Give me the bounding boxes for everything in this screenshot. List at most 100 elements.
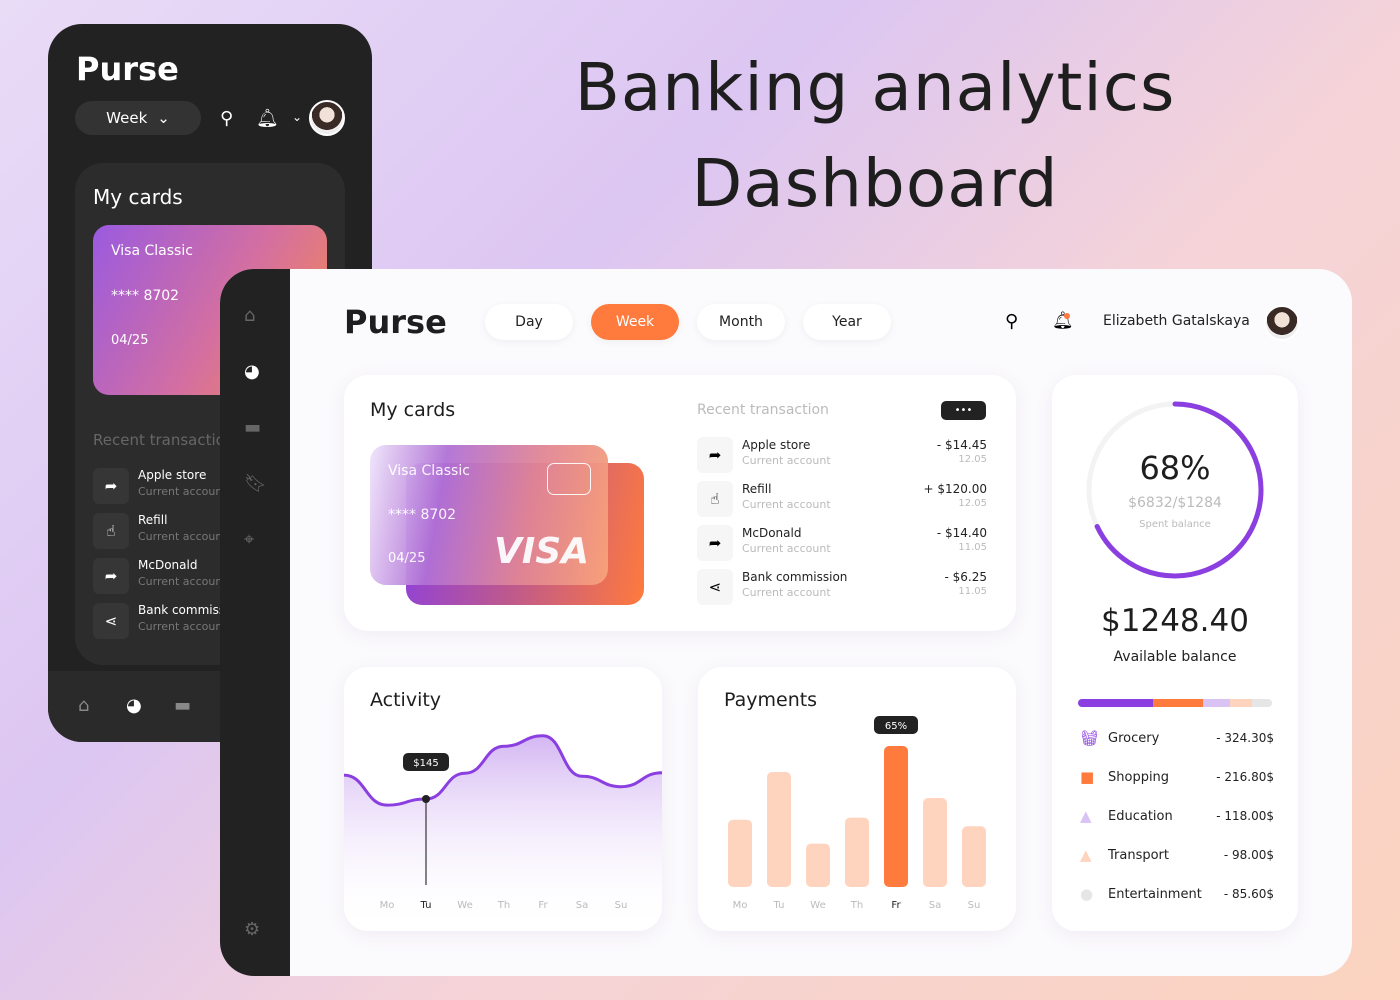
pie-chart-icon[interactable]: ◕: [126, 695, 142, 716]
sidebar: ⌂ ◕ ▬ 🔖︎ ⌖ ⚙: [220, 269, 290, 976]
home-icon[interactable]: ⌂: [244, 305, 255, 326]
avatar[interactable]: [1264, 305, 1300, 341]
my-cards-panel: My cards Visa Classic **** 8702 04/25 VI…: [344, 375, 1016, 631]
activity-panel: Activity Mo Tu $145 We Th Fr Sa Su: [344, 667, 662, 931]
navigation-icon: ▲: [1080, 846, 1092, 864]
tab-day[interactable]: Day: [485, 304, 573, 340]
day-label: Tu: [773, 900, 785, 911]
section-title: My cards: [370, 399, 456, 421]
gear-icon[interactable]: ⚙: [244, 919, 260, 940]
arrow-forward-icon: ➦: [697, 525, 733, 561]
spent-percent: 68%: [1139, 449, 1211, 487]
day-label: Fr: [538, 900, 548, 911]
card-icon[interactable]: ▬: [244, 417, 261, 438]
share-icon: ⋖: [93, 603, 129, 639]
arrow-forward-icon: ➦: [93, 558, 129, 594]
bell-icon[interactable]: 🔔︎: [1052, 311, 1074, 331]
payments-chart: Mo Tu We Th Fr 65% Sa Su: [728, 716, 986, 911]
balance-panel: 68% $6832/$1284 Spent balance $1248.40 A…: [1052, 375, 1298, 931]
day-label: We: [810, 900, 825, 911]
section-title: Recent transaction: [697, 402, 829, 418]
spending-segment: [1229, 699, 1253, 707]
basket-icon: 🧺︎: [1080, 729, 1100, 747]
bag-icon: ■: [1080, 768, 1095, 786]
activity-chart: Mo Tu $145 We Th Fr Sa Su: [344, 734, 662, 931]
spent-gauge: [1086, 401, 1264, 579]
category-row[interactable]: ▲ Education - 118.00$: [1080, 807, 1274, 827]
bar: [884, 746, 908, 887]
category-row[interactable]: ■ Shopping - 216.80$: [1080, 768, 1274, 788]
category-row[interactable]: ▲ Transport - 98.00$: [1080, 846, 1274, 866]
period-dropdown[interactable]: Week ⌄: [75, 101, 201, 135]
arrow-forward-icon: ➦: [697, 437, 733, 473]
available-label: Available balance: [1113, 649, 1237, 665]
bar: [806, 843, 830, 887]
bar: [767, 772, 791, 887]
chip-icon: [547, 463, 591, 495]
day-label: Sa: [576, 900, 588, 911]
search-icon[interactable]: ⚲: [220, 108, 233, 129]
tab-year[interactable]: Year: [803, 304, 891, 340]
card-name: Visa Classic: [111, 243, 193, 259]
dashboard-window: ⌂ ◕ ▬ 🔖︎ ⌖ ⚙ Purse Day Week Month Year ⚲…: [220, 269, 1352, 976]
pie-chart-icon[interactable]: ◕: [244, 361, 260, 382]
spending-segment: [1252, 699, 1272, 707]
day-label: Mo: [733, 900, 748, 911]
spending-bar: [1078, 699, 1272, 707]
bell-icon[interactable]: 🔔︎: [256, 108, 279, 129]
bar: [845, 817, 869, 887]
main-content: Purse Day Week Month Year ⚲ 🔔︎ Elizabeth…: [290, 269, 1352, 976]
day-label: Su: [968, 900, 981, 911]
day-label: Fr: [891, 900, 901, 911]
avatar[interactable]: [309, 100, 345, 136]
card-expiry: 04/25: [111, 333, 149, 348]
card-name: Visa Classic: [388, 463, 470, 479]
card-number: **** 8702: [388, 507, 457, 523]
spending-segment: [1152, 699, 1203, 707]
chevron-down-icon: ⌄: [157, 109, 170, 127]
spent-ratio: $6832/$1284: [1128, 495, 1222, 511]
credit-card[interactable]: Visa Classic **** 8702 04/25 VISA: [370, 445, 608, 585]
spent-label: Spent balance: [1139, 519, 1211, 530]
tooltip-label: $145: [413, 758, 438, 769]
spending-segment: [1078, 699, 1153, 707]
graduation-cap-icon: ▲: [1080, 807, 1092, 825]
chevron-down-icon[interactable]: ⌄: [292, 110, 302, 124]
transaction-row[interactable]: ☝ Refill Current account + $120.00 12.05: [697, 481, 987, 517]
category-row[interactable]: 🧺︎ Grocery - 324.30$: [1080, 729, 1274, 749]
flame-icon: ●: [1080, 885, 1094, 903]
user-name[interactable]: Elizabeth Gatalskaya: [1103, 313, 1250, 329]
spending-segment: [1202, 699, 1230, 707]
tab-month[interactable]: Month: [697, 304, 785, 340]
day-label: Tu: [420, 900, 432, 911]
search-icon[interactable]: ⚲: [1005, 311, 1018, 332]
home-icon[interactable]: ⌂: [78, 695, 89, 716]
visa-logo: VISA: [494, 531, 590, 572]
tab-week[interactable]: Week: [591, 304, 679, 340]
highlight-point: [422, 795, 430, 803]
more-button[interactable]: •••: [941, 401, 986, 420]
hand-pointer-icon: ☝: [93, 513, 129, 549]
transaction-row[interactable]: ➦ Apple store Current account - $14.45 12.05: [697, 437, 987, 473]
day-label: We: [457, 900, 472, 911]
day-label: Th: [497, 900, 510, 911]
bar: [923, 798, 947, 887]
section-title: Recent transaction: [93, 431, 235, 449]
card-number: **** 8702: [111, 288, 180, 304]
app-logo: Purse: [344, 303, 447, 341]
hand-pointer-icon: ☝: [697, 481, 733, 517]
section-title: My cards: [93, 185, 183, 209]
payments-panel: Payments Mo Tu We Th Fr 65% Sa Su: [698, 667, 1016, 931]
available-amount: $1248.40: [1101, 603, 1249, 639]
category-row[interactable]: ● Entertainment - 85.60$: [1080, 885, 1274, 905]
bar: [962, 826, 986, 887]
bar: [728, 819, 752, 887]
location-icon[interactable]: ⌖: [244, 529, 254, 550]
bookmark-icon[interactable]: 🔖︎: [244, 473, 267, 494]
transaction-row[interactable]: ⋖ Bank commission Current account - $6.25 11…: [697, 569, 987, 605]
card-icon[interactable]: ▬: [174, 695, 191, 716]
card-expiry: 04/25: [388, 551, 426, 566]
transaction-row[interactable]: ➦ McDonald Current account - $14.40 11.05: [697, 525, 987, 561]
headline: Banking analytics Dashboard: [574, 49, 1176, 222]
day-label: Th: [850, 900, 863, 911]
